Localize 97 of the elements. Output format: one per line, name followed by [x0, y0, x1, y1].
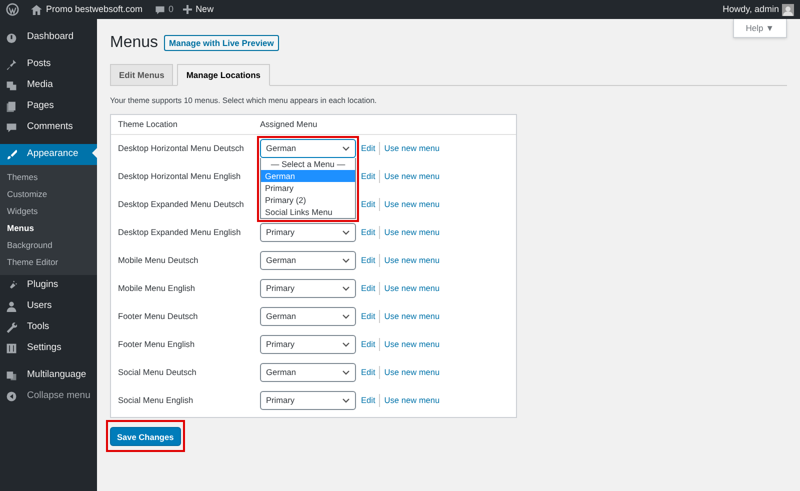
column-header: Assigned Menu	[260, 118, 318, 130]
help-button[interactable]: Help ▼	[732, 19, 787, 38]
sidebar-item[interactable]: Posts	[0, 54, 97, 75]
submenu-item[interactable]: Theme Editor	[0, 254, 97, 271]
use-new-menu-link[interactable]: Use new menu	[384, 310, 440, 323]
edit-link[interactable]: Edit	[361, 394, 380, 407]
use-new-menu-link[interactable]: Use new menu	[384, 226, 440, 239]
comment-icon	[154, 4, 165, 14]
location-name: Desktop Expanded Menu Deutsch	[118, 198, 245, 211]
menu-select[interactable]: Primary	[260, 223, 356, 242]
plus-icon[interactable]	[182, 5, 192, 14]
sidebar-item[interactable]: Tools	[0, 317, 97, 338]
dropdown-option[interactable]: Primary (2)	[261, 194, 355, 206]
chevron-down-icon	[342, 230, 350, 236]
menu-select[interactable]: Primary	[260, 279, 356, 298]
user-icon	[6, 301, 17, 312]
chevron-down-icon	[342, 342, 350, 348]
tab[interactable]: Edit Menus	[110, 64, 174, 86]
submenu-item[interactable]: Themes	[0, 169, 97, 186]
sidebar-item[interactable]: Plugins	[0, 275, 97, 296]
sidebar-item[interactable]: Appearance	[0, 144, 97, 165]
media-icon	[6, 80, 17, 91]
use-new-menu-link[interactable]: Use new menu	[384, 338, 440, 351]
new-link[interactable]: New	[196, 2, 214, 16]
collapse-icon	[6, 391, 17, 402]
avatar-icon[interactable]	[782, 4, 794, 16]
location-name: Mobile Menu Deutsch	[118, 254, 200, 267]
sidebar-item[interactable]: Multilanguage	[0, 365, 97, 386]
gauge-icon	[6, 32, 17, 43]
location-name: Social Menu English	[118, 394, 194, 407]
menu-select[interactable]: German	[260, 363, 356, 382]
chevron-down-icon	[342, 314, 350, 320]
live-preview-button[interactable]: Manage with Live Preview	[164, 35, 279, 51]
menu-select[interactable]: Primary	[260, 335, 356, 354]
use-new-menu-link[interactable]: Use new menu	[384, 142, 440, 155]
chevron-down-icon	[342, 370, 350, 376]
use-new-menu-link[interactable]: Use new menu	[384, 198, 440, 211]
use-new-menu-link[interactable]: Use new menu	[384, 254, 440, 267]
save-changes-button[interactable]: Save Changes	[110, 427, 181, 446]
sidebar-item[interactable]: Dashboard	[0, 27, 97, 48]
tab[interactable]: Manage Locations	[177, 64, 270, 86]
location-name: Desktop Horizontal Menu Deutsch	[118, 142, 245, 155]
language-icon	[6, 370, 17, 381]
location-name: Desktop Expanded Menu English	[118, 226, 242, 239]
use-new-menu-link[interactable]: Use new menu	[384, 282, 440, 295]
sidebar-item[interactable]: Settings	[0, 338, 97, 359]
submenu-item[interactable]: Customize	[0, 186, 97, 203]
dropdown-option[interactable]: — Select a Menu —	[261, 158, 355, 170]
edit-link[interactable]: Edit	[361, 226, 380, 239]
location-name: Mobile Menu English	[118, 282, 196, 295]
dropdown-option[interactable]: Social Links Menu	[261, 206, 355, 218]
wrench-icon	[6, 322, 17, 333]
edit-link[interactable]: Edit	[361, 282, 380, 295]
sidebar-item[interactable]: Comments	[0, 117, 97, 138]
use-new-menu-link[interactable]: Use new menu	[384, 170, 440, 183]
use-new-menu-link[interactable]: Use new menu	[384, 366, 440, 379]
pin-icon	[6, 59, 17, 70]
comment-count[interactable]: 0	[168, 2, 174, 16]
submenu-item[interactable]: Widgets	[0, 203, 97, 220]
chevron-down-icon	[342, 146, 350, 152]
use-new-menu-link[interactable]: Use new menu	[384, 394, 440, 407]
sliders-icon	[6, 343, 17, 354]
sidebar-item[interactable]: Pages	[0, 96, 97, 117]
edit-link[interactable]: Edit	[361, 254, 380, 267]
dropdown-option[interactable]: German	[261, 170, 355, 182]
edit-link[interactable]: Edit	[361, 170, 380, 183]
greeting-link[interactable]: Howdy, admin	[722, 2, 779, 16]
pages-icon	[6, 101, 17, 112]
edit-link[interactable]: Edit	[361, 366, 380, 379]
comment-icon	[6, 122, 17, 133]
chevron-down-icon	[342, 286, 350, 292]
dropdown-option[interactable]: Primary	[261, 182, 355, 194]
chevron-down-icon	[342, 398, 350, 404]
column-header: Theme Location	[118, 118, 178, 130]
brush-icon	[6, 149, 17, 160]
location-name: Social Menu Deutsch	[118, 366, 198, 379]
menu-select[interactable]: German	[260, 307, 356, 326]
edit-link[interactable]: Edit	[361, 198, 380, 211]
sidebar-item[interactable]: Users	[0, 296, 97, 317]
location-name: Footer Menu English	[118, 338, 196, 351]
submenu-item[interactable]: Menus	[0, 220, 97, 237]
sidebar-item[interactable]: Media	[0, 75, 97, 96]
page-title: Menus	[110, 33, 158, 53]
site-link[interactable]: Promo bestwebsoft.com	[46, 2, 143, 16]
home-icon[interactable]	[31, 4, 42, 14]
edit-link[interactable]: Edit	[361, 310, 380, 323]
submenu-item[interactable]: Background	[0, 237, 97, 254]
chevron-down-icon	[342, 258, 350, 264]
location-name: Desktop Horizontal Menu English	[118, 170, 242, 183]
edit-link[interactable]: Edit	[361, 338, 380, 351]
wordpress-logo-icon[interactable]	[6, 3, 19, 16]
location-name: Footer Menu Deutsch	[118, 310, 199, 323]
menu-select[interactable]: German	[260, 139, 356, 158]
edit-link[interactable]: Edit	[361, 142, 380, 155]
sidebar-item[interactable]: Collapse menu	[0, 386, 97, 407]
menu-select[interactable]: German	[260, 251, 356, 270]
menu-select[interactable]: Primary	[260, 391, 356, 410]
